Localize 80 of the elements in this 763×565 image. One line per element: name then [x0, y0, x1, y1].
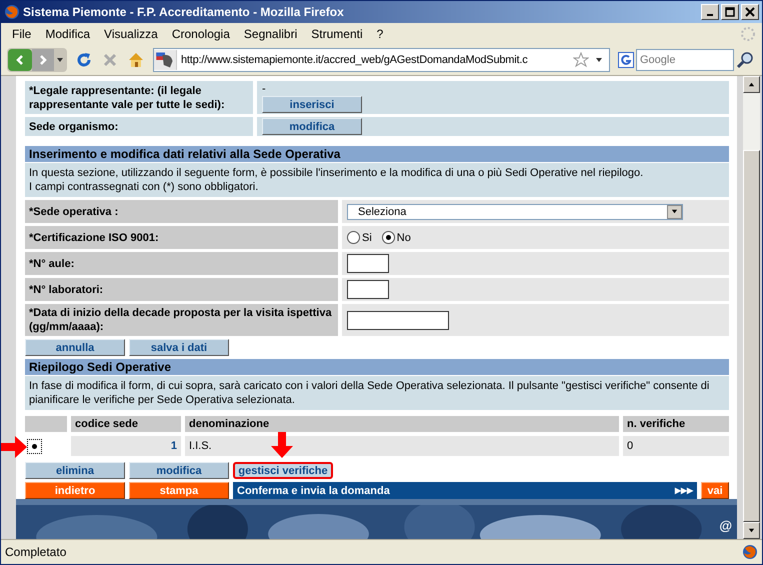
arrow-icon: [1, 436, 27, 458]
field-label: *Certificazione ISO 9001:: [25, 226, 338, 249]
table-cell: 0: [623, 436, 729, 456]
radio-button[interactable]: [382, 231, 395, 244]
back-icon: [14, 54, 26, 66]
table-cell: I.I.S.: [185, 436, 619, 456]
caret-icon: [671, 208, 678, 215]
minimize-button[interactable]: [701, 4, 719, 20]
reload-icon[interactable]: [75, 51, 93, 69]
google-icon[interactable]: [618, 52, 634, 68]
radio-button[interactable]: [347, 231, 360, 244]
star-icon[interactable]: [573, 52, 589, 68]
input-field[interactable]: [347, 254, 389, 273]
radio-label: Si: [362, 232, 372, 244]
column-header: n. verifiche: [623, 416, 729, 432]
minimize-icon: [707, 14, 713, 16]
scroll-thumb[interactable]: [743, 150, 760, 522]
home-icon[interactable]: [127, 51, 145, 69]
scroll-up-button[interactable]: [743, 76, 760, 93]
back-button[interactable]: [8, 49, 32, 71]
column-header: codice sede: [71, 416, 181, 432]
caret-icon[interactable]: [56, 56, 64, 64]
section-header: Riepilogo Sedi Operative: [25, 359, 729, 375]
field-value: -: [262, 82, 267, 96]
menu-item[interactable]: Modifica: [38, 27, 98, 41]
info-text: I campi contrassegnati con (*) sono obbligatori.: [29, 180, 260, 194]
field-label: *Data di inizio della decade proposta per la visita ispettiva (gg/mm/aaaa):: [25, 304, 338, 336]
caret-icon[interactable]: [595, 56, 603, 64]
close-button[interactable]: [741, 4, 759, 20]
search-icon[interactable]: [736, 51, 754, 69]
menu-item[interactable]: Segnalibri: [236, 27, 304, 41]
action-button[interactable]: elimina: [25, 462, 125, 479]
maximize-icon: [725, 7, 735, 17]
section-header: Inserimento e modifica dati relativi alla Sede Operativa: [25, 146, 729, 162]
caret-icon: [748, 527, 755, 534]
firefox-icon: [4, 4, 20, 20]
site-icon: [154, 50, 177, 70]
action-button[interactable]: indietro: [25, 482, 125, 499]
action-button[interactable]: stampa: [129, 482, 229, 499]
confirm-text: Conferma e invia la domanda: [237, 484, 390, 496]
window-title: Sistema Piemonte - F.P. Accreditamento - Mozilla Firefox: [23, 5, 345, 19]
menu-item[interactable]: ?: [370, 27, 390, 41]
input-field[interactable]: [347, 310, 449, 330]
caret-icon: [748, 81, 755, 88]
action-button[interactable]: inserisci: [262, 96, 362, 113]
info-text: In fase di modifica il form, di cui sopra, sarà caricato con i valori della Sede Operativa selezionata. Il pulsante "gestisci verifiche" consente di pianificare le verifiche per Sede Operativa selezionata.: [29, 379, 710, 407]
at-sign: @: [719, 518, 732, 533]
table-cell: 1: [71, 436, 181, 456]
maximize-button[interactable]: [721, 4, 739, 20]
field-label: *Sede operativa :: [25, 200, 338, 223]
action-button[interactable]: modifica: [129, 462, 229, 479]
field-label: *N° aule:: [25, 252, 338, 275]
throbber-icon: [740, 26, 756, 42]
action-button[interactable]: gestisci verifiche: [233, 462, 333, 479]
close-icon: [745, 7, 755, 17]
field-label: *Legale rappresentante: (il legale rappresentante vale per tutte le sedi):: [25, 81, 253, 114]
menu-item[interactable]: File: [5, 27, 38, 41]
menu-item[interactable]: Cronologia: [164, 27, 237, 41]
dropdown[interactable]: Seleziona: [347, 204, 683, 220]
search-field[interactable]: Google: [636, 49, 734, 71]
action-button[interactable]: salva i dati: [129, 339, 229, 356]
field-label: *N° laboratori:: [25, 278, 338, 301]
input-field[interactable]: [347, 280, 389, 299]
firefox-icon: [742, 544, 758, 560]
radio-label: No: [396, 232, 411, 244]
forward-icon: [37, 54, 49, 66]
arrows-text: ▶▶▶: [675, 486, 693, 495]
scroll-down-button[interactable]: [743, 522, 760, 539]
menu-item[interactable]: Visualizza: [97, 27, 165, 41]
column-header: [25, 416, 67, 432]
column-header: denominazione: [185, 416, 619, 432]
action-button[interactable]: annulla: [25, 339, 125, 356]
address-field[interactable]: http://www.sistemapiemonte.it/accred_web/gAGestDomandaModSubmit.c: [153, 48, 610, 72]
action-button[interactable]: modifica: [262, 118, 362, 135]
status-text: Completato: [5, 545, 66, 559]
menu-item[interactable]: Strumenti: [304, 27, 370, 41]
info-text: In questa sezione, utilizzando il seguente form, è possibile l'inserimento e la modifica di una o più Sedi Operative nel riepilogo.: [29, 166, 644, 180]
arrow-icon: [271, 432, 293, 458]
field-label: Sede organismo:: [25, 117, 253, 136]
go-button[interactable]: vai: [701, 482, 729, 499]
